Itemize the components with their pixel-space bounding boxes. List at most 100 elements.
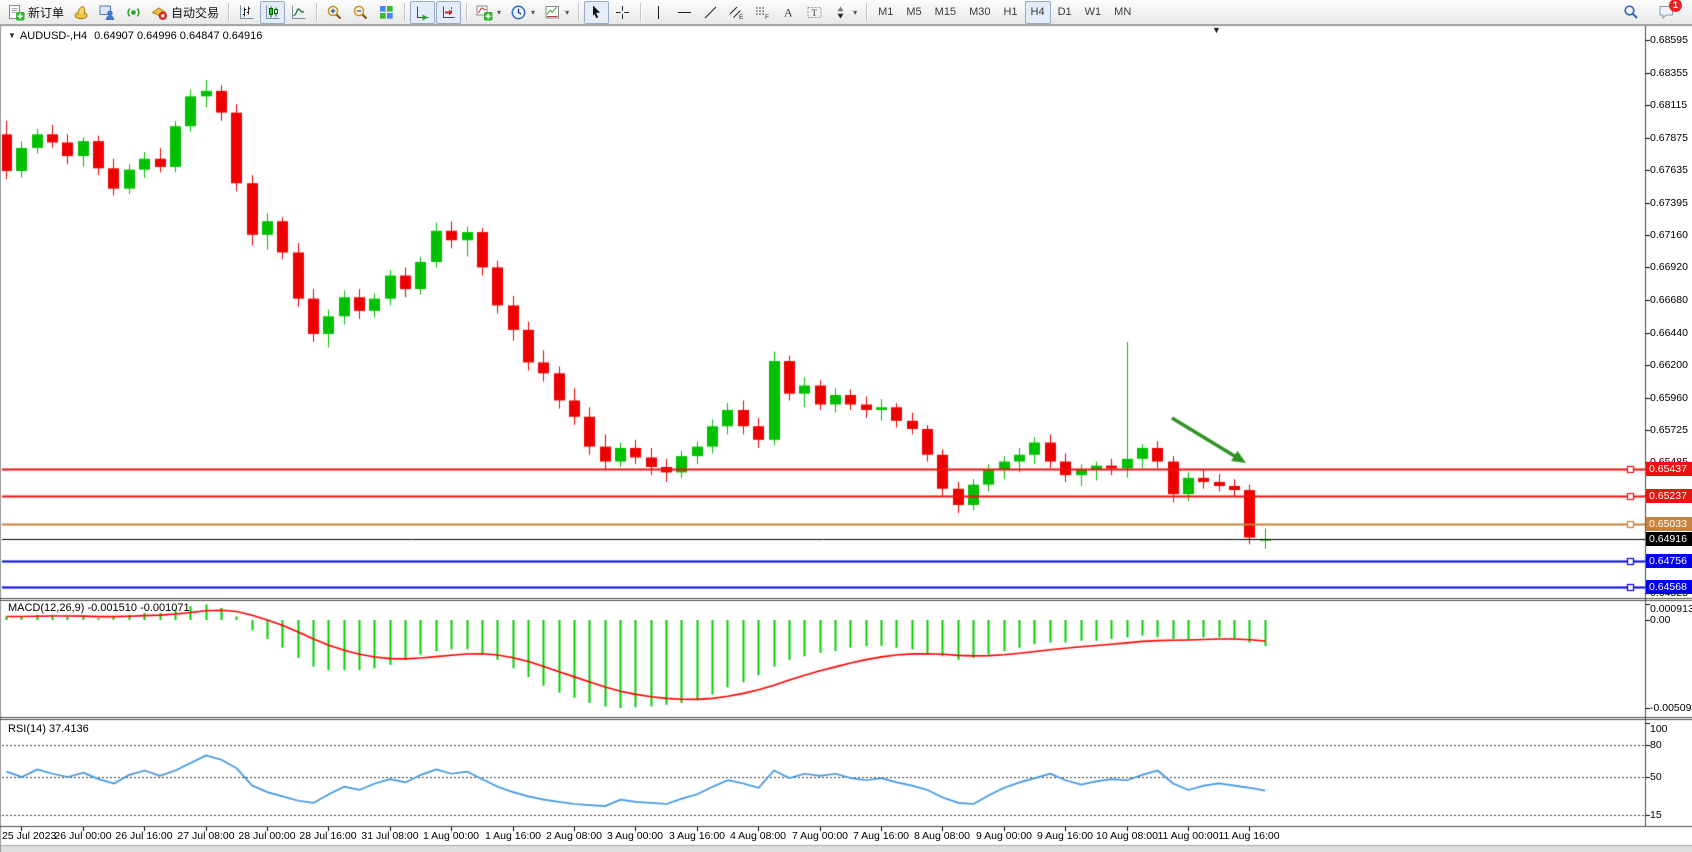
profile-button[interactable] — [95, 1, 120, 24]
text-button[interactable]: A — [776, 1, 801, 24]
label-icon: T — [806, 4, 823, 21]
toolbar-separator — [466, 3, 467, 21]
chat-button[interactable]: 1 — [1654, 1, 1680, 24]
price-tick-label: 0.65960 — [1650, 391, 1688, 405]
tf-h1-button[interactable]: H1 — [997, 1, 1023, 24]
date-tick-label: 2 Aug 08:00 — [539, 829, 609, 843]
candlestick-chart-button[interactable] — [260, 1, 285, 24]
macd-header-label: MACD(12,26,9) -0.001510 -0.001071 — [8, 602, 190, 614]
toolbar-separator — [578, 3, 579, 21]
tf-m15-button[interactable]: M15 — [929, 1, 962, 24]
tf-m15-button-label: M15 — [933, 6, 958, 18]
price-tick-label: 0.66200 — [1650, 358, 1688, 372]
chart-shift-button[interactable] — [436, 1, 461, 24]
autotrading-icon — [151, 4, 168, 21]
date-tick-label: 26 Jul 00:00 — [48, 829, 118, 843]
autotrading-button-label: 自动交易 — [171, 4, 219, 21]
main-toolbar: 新订单 自动交易 ▾ ▾ ▾ EFAT ▾ M1 M5 M15 M30 H1 H4 D1 W1MN 1 — [0, 0, 1692, 25]
date-tick-label: 27 Jul 08:00 — [171, 829, 241, 843]
fibonacci-button[interactable]: F — [750, 1, 775, 24]
date-tick-label: 26 Jul 16:00 — [109, 829, 179, 843]
tf-d1-button[interactable]: D1 — [1052, 1, 1078, 24]
date-tick-label: 1 Aug 00:00 — [416, 829, 486, 843]
price-tick-label: 0.68595 — [1650, 33, 1688, 47]
cursor-icon — [588, 4, 605, 21]
autoscroll-button[interactable] — [410, 1, 435, 24]
trendline-button[interactable] — [698, 1, 723, 24]
toolbar-separator — [404, 3, 405, 21]
date-tick-label: 7 Aug 00:00 — [785, 829, 855, 843]
notification-badge: 1 — [1669, 0, 1682, 12]
tf-d1-button-label: D1 — [1056, 6, 1074, 18]
tf-m30-button[interactable]: M30 — [963, 1, 996, 24]
indicators-button[interactable]: ▾ — [472, 1, 505, 24]
tf-h1-button-label: H1 — [1001, 6, 1019, 18]
chart-shift-icon — [440, 4, 457, 21]
bar-chart-icon — [238, 4, 255, 21]
broadcast-icon — [125, 4, 142, 21]
toolbar-right-group: 1 — [1618, 1, 1688, 24]
equidistant-channel-button[interactable]: E — [724, 1, 749, 24]
price-line-label: 0.65237 — [1646, 489, 1692, 503]
price-line-label: 0.64756 — [1646, 554, 1692, 568]
crosshair-button[interactable] — [610, 1, 635, 24]
date-tick-label: 7 Aug 16:00 — [846, 829, 916, 843]
vertical-line-button[interactable] — [646, 1, 671, 24]
template-icon — [544, 4, 561, 21]
arrows-button[interactable]: ▾ — [828, 1, 861, 24]
svg-text:E: E — [739, 14, 744, 21]
date-tick-label: 10 Aug 08:00 — [1092, 829, 1162, 843]
tf-m5-button-label: M5 — [904, 6, 923, 18]
tf-w1-button[interactable]: W1 — [1079, 1, 1108, 24]
trendline-icon — [702, 4, 719, 21]
periods-button[interactable]: ▾ — [506, 1, 539, 24]
zoom-out-icon — [352, 4, 369, 21]
rsi-tick-label: 80 — [1650, 738, 1662, 752]
dropdown-caret-icon: ▾ — [531, 8, 535, 17]
cursor-button[interactable] — [584, 1, 609, 24]
collapse-triangle-icon[interactable]: ▼ — [8, 31, 16, 40]
rsi-tick-label: 50 — [1650, 770, 1662, 784]
text-icon: A — [780, 4, 797, 21]
price-line-label: 0.65033 — [1646, 517, 1692, 531]
text-label-button[interactable]: T — [802, 1, 827, 24]
date-tick-label: 11 Aug 16:00 — [1214, 829, 1284, 843]
zoom-out-button[interactable] — [348, 1, 373, 24]
tf-h4-button[interactable]: H4 — [1025, 1, 1051, 24]
date-tick-label: 3 Aug 00:00 — [600, 829, 670, 843]
price-line-label: 0.64568 — [1646, 580, 1692, 594]
line-chart-icon — [290, 4, 307, 21]
new-order-button[interactable]: 新订单 — [4, 1, 68, 24]
tile-windows-icon — [378, 4, 395, 21]
templates-button[interactable]: ▾ — [540, 1, 573, 24]
tf-m5-button[interactable]: M5 — [900, 1, 927, 24]
tf-m30-button-label: M30 — [967, 6, 992, 18]
rsi-tick-label: 15 — [1650, 808, 1662, 822]
chat-icon: 1 — [1658, 3, 1676, 21]
tile-windows-button[interactable] — [374, 1, 399, 24]
macd-tick-label: -0.005093 — [1650, 701, 1692, 715]
zoom-in-icon — [326, 4, 343, 21]
symbol-period-label: AUDUSD-,H4 — [20, 30, 87, 42]
horizontal-line-button[interactable] — [672, 1, 697, 24]
broadcast-button[interactable] — [121, 1, 146, 24]
date-tick-label: 1 Aug 16:00 — [478, 829, 548, 843]
line-chart-button[interactable] — [286, 1, 311, 24]
tf-m1-button[interactable]: M1 — [872, 1, 899, 24]
seal-button[interactable] — [69, 1, 94, 24]
chart-surface[interactable] — [0, 0, 1692, 852]
tf-mn-button[interactable]: MN — [1108, 1, 1137, 24]
hline-icon — [676, 4, 693, 21]
search-button[interactable] — [1618, 1, 1644, 24]
seal-icon — [73, 4, 90, 21]
autotrading-button[interactable]: 自动交易 — [147, 1, 223, 24]
date-tick-label: 31 Jul 08:00 — [355, 829, 425, 843]
toolbar-separator — [228, 3, 229, 21]
date-tick-label: 8 Aug 08:00 — [907, 829, 977, 843]
new-order-icon — [8, 4, 25, 21]
dropdown-caret-icon: ▾ — [565, 8, 569, 17]
zoom-in-button[interactable] — [322, 1, 347, 24]
macd-tick-label: 0.00 — [1650, 613, 1670, 627]
bar-chart-button[interactable] — [234, 1, 259, 24]
new-order-button-label: 新订单 — [28, 4, 64, 21]
